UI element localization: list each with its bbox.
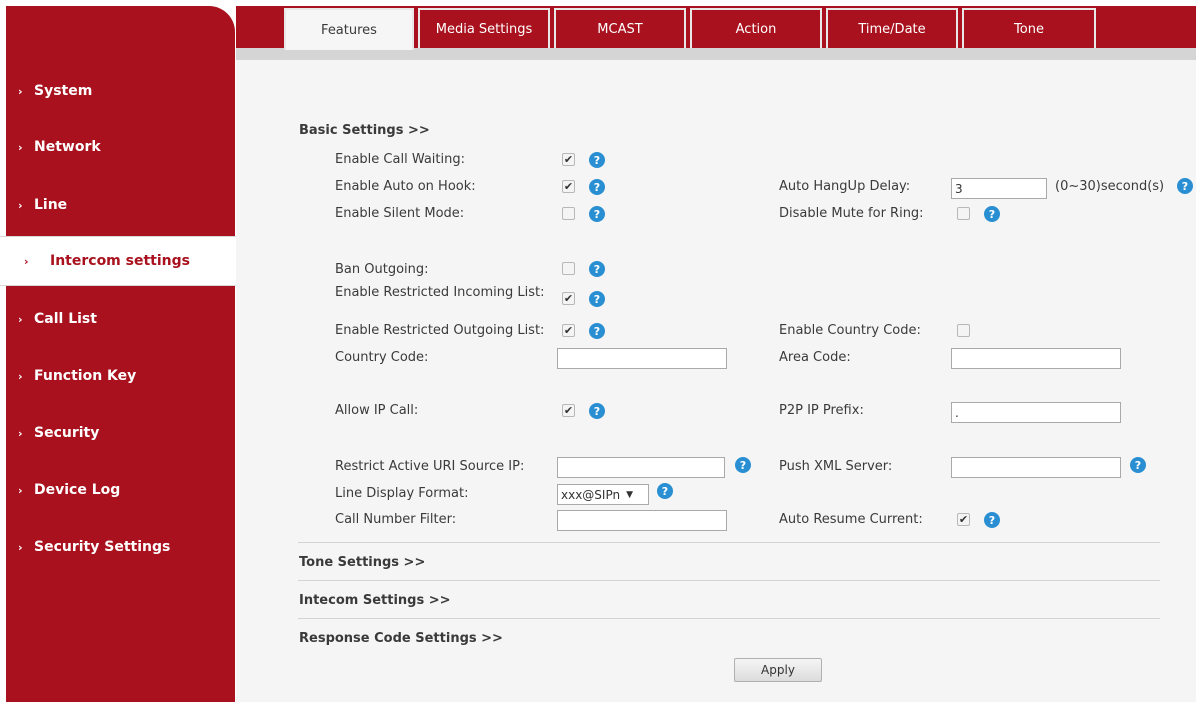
silent-mode-label: Enable Silent Mode: <box>335 206 465 221</box>
checkmark-icon: ✔ <box>563 324 574 337</box>
call-filter-input[interactable] <box>557 510 727 531</box>
sidebar-item-label: Device Log <box>34 482 121 498</box>
sidebar-item-security[interactable]: › Security <box>0 408 229 458</box>
hangup-delay-label: Auto HangUp Delay: <box>779 179 911 194</box>
call-filter-label: Call Number Filter: <box>335 512 457 527</box>
sidebar-item-system[interactable]: › System <box>0 66 229 116</box>
restricted-incoming-checkbox[interactable]: ✔ <box>562 292 575 305</box>
tab-tone[interactable]: Tone <box>962 8 1096 48</box>
chevron-right-icon: › <box>18 140 23 154</box>
sidebar-item-label: Security <box>34 425 100 441</box>
hangup-delay-unit: (0~30)second(s) <box>1055 179 1165 194</box>
restricted-outgoing-label: Enable Restricted Outgoing List: <box>335 323 545 338</box>
call-waiting-checkbox[interactable]: ✔ <box>562 153 575 166</box>
auto-on-hook-label: Enable Auto on Hook: <box>335 179 476 194</box>
question-circle-icon[interactable]: ? <box>984 206 1000 222</box>
checkmark-icon: ✔ <box>958 513 969 526</box>
question-circle-icon[interactable]: ? <box>589 291 605 307</box>
sidebar-item-label: Security Settings <box>34 539 171 555</box>
disable-mute-checkbox[interactable] <box>957 207 970 220</box>
divider <box>298 542 1160 543</box>
chevron-right-icon: › <box>18 312 23 326</box>
chevron-right-icon: › <box>18 426 23 440</box>
checkmark-icon: ✔ <box>563 292 574 305</box>
ban-outgoing-checkbox[interactable] <box>562 262 575 275</box>
hangup-delay-input[interactable] <box>951 178 1047 199</box>
country-code-input[interactable] <box>557 348 727 369</box>
sidebar-item-device-log[interactable]: › Device Log <box>0 465 229 515</box>
push-xml-input[interactable] <box>951 457 1121 478</box>
question-circle-icon[interactable]: ? <box>1177 178 1193 194</box>
allow-ip-call-label: Allow IP Call: <box>335 403 419 418</box>
checkmark-icon: ✔ <box>563 180 574 193</box>
area-code-label: Area Code: <box>779 350 851 365</box>
line-display-value: xxx@SIPn <box>561 487 621 502</box>
checkmark-icon: ✔ <box>563 404 574 417</box>
chevron-right-icon: › <box>18 369 23 383</box>
restrict-uri-input[interactable] <box>557 457 725 478</box>
sidebar-item-label: System <box>34 83 93 99</box>
sidebar-item-intercom-settings[interactable]: › Intercom settings <box>0 236 236 286</box>
restricted-incoming-label: Enable Restricted Incoming List: <box>335 285 545 300</box>
sidebar-item-label: Function Key <box>34 368 137 384</box>
chevron-right-icon: › <box>18 540 23 554</box>
silent-mode-checkbox[interactable] <box>562 207 575 220</box>
chevron-right-icon: › <box>18 483 23 497</box>
apply-button[interactable]: Apply <box>734 658 822 682</box>
chevron-right-icon: › <box>18 84 23 98</box>
line-display-label: Line Display Format: <box>335 486 469 501</box>
restricted-outgoing-checkbox[interactable]: ✔ <box>562 324 575 337</box>
question-circle-icon[interactable]: ? <box>589 403 605 419</box>
sidebar-item-label: Network <box>34 139 101 155</box>
auto-on-hook-checkbox[interactable]: ✔ <box>562 180 575 193</box>
country-code-label: Country Code: <box>335 350 429 365</box>
question-circle-icon[interactable]: ? <box>1130 457 1146 473</box>
p2p-prefix-label: P2P IP Prefix: <box>779 403 864 418</box>
chevron-right-icon: › <box>18 198 23 212</box>
sidebar-item-label: Call List <box>34 311 97 327</box>
call-waiting-label: Enable Call Waiting: <box>335 152 465 167</box>
auto-resume-checkbox[interactable]: ✔ <box>957 513 970 526</box>
chevron-right-icon: › <box>24 254 29 268</box>
auto-resume-label: Auto Resume Current: <box>779 512 923 527</box>
question-circle-icon[interactable]: ? <box>589 206 605 222</box>
sidebar-item-network[interactable]: › Network <box>0 122 229 172</box>
tab-media-settings[interactable]: Media Settings <box>418 8 550 48</box>
country-code-enable-checkbox[interactable] <box>957 324 970 337</box>
question-circle-icon[interactable]: ? <box>984 512 1000 528</box>
ban-outgoing-label: Ban Outgoing: <box>335 262 429 277</box>
sidebar-item-security-settings[interactable]: › Security Settings <box>0 522 229 572</box>
chevron-down-icon: ▼ <box>626 489 634 500</box>
tone-settings-header[interactable]: Tone Settings >> <box>299 555 425 570</box>
divider <box>298 580 1160 581</box>
tab-mcast[interactable]: MCAST <box>554 8 686 48</box>
sidebar-item-label: Line <box>34 197 68 213</box>
push-xml-label: Push XML Server: <box>779 459 893 474</box>
divider <box>298 618 1160 619</box>
p2p-prefix-input[interactable] <box>951 402 1121 423</box>
restrict-uri-label: Restrict Active URI Source IP: <box>335 459 525 474</box>
allow-ip-call-checkbox[interactable]: ✔ <box>562 404 575 417</box>
area-code-input[interactable] <box>951 348 1121 369</box>
question-circle-icon[interactable]: ? <box>735 457 751 473</box>
tab-features[interactable]: Features <box>284 8 414 50</box>
disable-mute-label: Disable Mute for Ring: <box>779 206 924 221</box>
question-circle-icon[interactable]: ? <box>589 179 605 195</box>
tab-time-date[interactable]: Time/Date <box>826 8 958 48</box>
line-display-select[interactable]: xxx@SIPn ▼ <box>557 484 649 505</box>
question-circle-icon[interactable]: ? <box>657 483 673 499</box>
question-circle-icon[interactable]: ? <box>589 323 605 339</box>
country-code-enable-label: Enable Country Code: <box>779 323 921 338</box>
basic-settings-header[interactable]: Basic Settings >> <box>299 123 430 138</box>
checkmark-icon: ✔ <box>563 153 574 166</box>
sidebar-item-line[interactable]: › Line <box>0 180 229 230</box>
question-circle-icon[interactable]: ? <box>589 152 605 168</box>
intercom-settings-header[interactable]: Intecom Settings >> <box>299 593 451 608</box>
sidebar-item-function-key[interactable]: › Function Key <box>0 351 229 401</box>
question-circle-icon[interactable]: ? <box>589 261 605 277</box>
tab-action[interactable]: Action <box>690 8 822 48</box>
sidebar-item-label: Intercom settings <box>50 253 190 269</box>
sidebar-item-call-list[interactable]: › Call List <box>0 294 229 344</box>
response-code-settings-header[interactable]: Response Code Settings >> <box>299 631 503 646</box>
